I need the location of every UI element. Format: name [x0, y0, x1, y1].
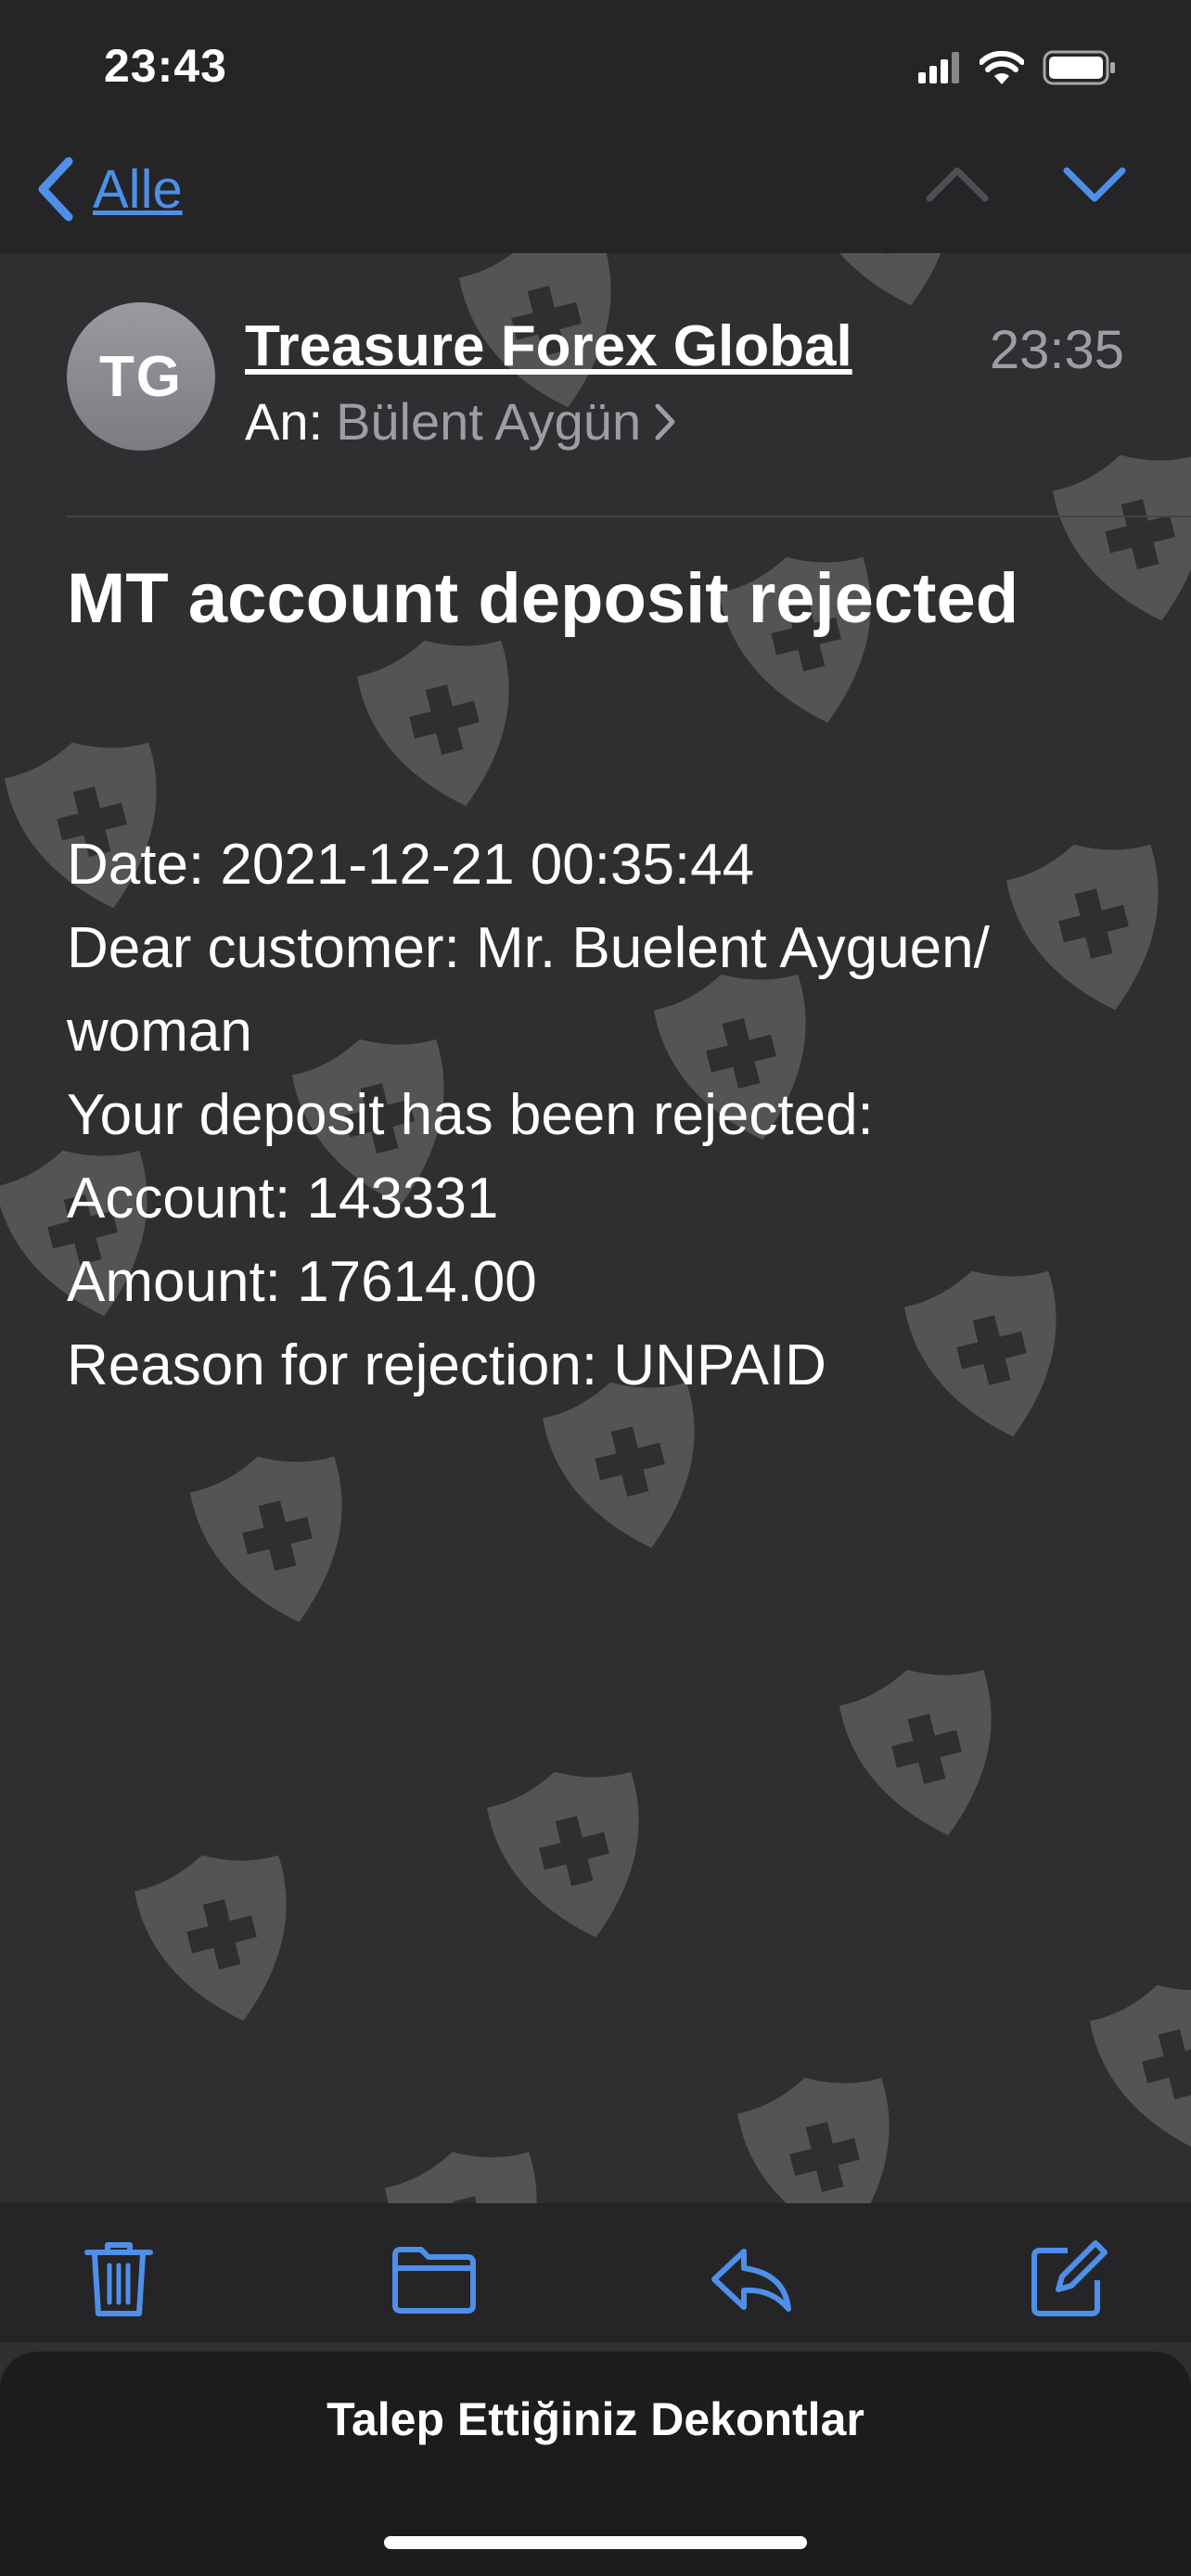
- delete-button[interactable]: [72, 2233, 165, 2326]
- back-button[interactable]: Alle: [35, 156, 183, 223]
- body-line: Account: 143331: [67, 1167, 499, 1231]
- header-divider: [67, 516, 1191, 517]
- shield-cross-icon: [839, 1669, 992, 1836]
- wifi-icon: [980, 51, 1024, 84]
- status-icons: [918, 45, 1117, 91]
- chevron-left-icon: [38, 157, 73, 222]
- trash-icon: [84, 2242, 153, 2316]
- bottom-toolbar: [0, 2203, 1191, 2342]
- body-line: Dear customer: Mr. Buelent Ayguen/: [67, 916, 990, 980]
- folder-icon: [392, 2247, 476, 2314]
- message-time: 23:35: [989, 320, 1124, 380]
- chevron-right-icon: [655, 403, 675, 440]
- sender-name[interactable]: Treasure Forex Global: [245, 313, 916, 379]
- message-body: Date: 2021-12-21 00:35:44 Dear customer:…: [67, 823, 1143, 1408]
- reply-button[interactable]: [705, 2233, 798, 2326]
- compose-button[interactable]: [1022, 2233, 1115, 2326]
- recipient-row[interactable]: An: Bülent Aygün: [245, 391, 676, 452]
- body-line: Date: 2021-12-21 00:35:44: [67, 833, 755, 897]
- body-line: woman: [67, 1000, 252, 1064]
- sheet-title: Talep Ettiğiniz Dekontlar: [327, 2393, 864, 2445]
- chevron-up-icon: [926, 167, 989, 202]
- sender-avatar[interactable]: TG: [67, 302, 215, 451]
- recipient-name: Bülent Aygün: [336, 392, 642, 451]
- recipient-label: An:: [245, 392, 324, 451]
- body-line: Reason for rejection: UNPAID: [67, 1333, 826, 1397]
- reply-icon: [711, 2249, 791, 2312]
- shield-cross-icon: [189, 1456, 342, 1623]
- shield-cross-icon: [134, 1855, 287, 2021]
- home-indicator[interactable]: [384, 2536, 807, 2549]
- body-line: Your deposit has been rejected:: [67, 1083, 874, 1147]
- chevron-down-icon: [1063, 167, 1126, 202]
- back-label: Alle: [93, 159, 183, 220]
- move-to-folder-button[interactable]: [388, 2233, 480, 2326]
- cellular-signal-icon: [918, 52, 959, 83]
- status-time: 23:43: [104, 40, 227, 92]
- shield-cross-icon: [486, 1771, 639, 1938]
- shield-cross-icon: [356, 640, 509, 807]
- status-bar: 23:43: [0, 0, 1191, 130]
- next-message-button[interactable]: [1059, 159, 1130, 212]
- navigation-bar: Alle: [0, 130, 1191, 253]
- battery-icon: [1043, 50, 1115, 85]
- message-subject: MT account deposit rejected: [67, 559, 1019, 638]
- previous-message-button[interactable]: [922, 159, 992, 212]
- body-line: Amount: 17614.00: [67, 1250, 537, 1314]
- shield-cross-icon: [1089, 1984, 1191, 2151]
- compose-icon: [1031, 2240, 1108, 2316]
